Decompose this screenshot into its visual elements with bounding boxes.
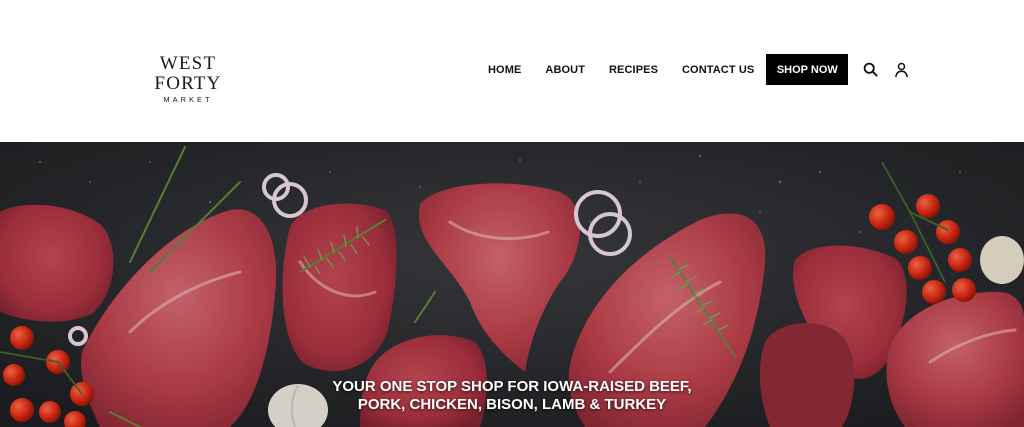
hero-banner: YOUR ONE STOP SHOP FOR IOWA-RAISED BEEF,… [0, 142, 1024, 427]
brand-tagline: MARKET [163, 95, 213, 104]
search-button[interactable] [860, 60, 880, 80]
search-icon [863, 62, 878, 77]
user-icon [894, 62, 908, 77]
brand-logo[interactable]: WEST FORTY MARKET [126, 54, 250, 105]
hero-headline-line-2: PORK, CHICKEN, BISON, LAMB & TURKEY [357, 396, 667, 413]
account-button[interactable] [891, 60, 911, 80]
brand-name: WEST FORTY [154, 53, 222, 94]
hero-headline: YOUR ONE STOP SHOP FOR IOWA-RAISED BEEF,… [262, 378, 762, 414]
main-nav: HOME ABOUT RECIPES CONTACT US SHOP NOW [488, 54, 911, 85]
hero-headline-line-1: YOUR ONE STOP SHOP FOR IOWA-RAISED BEEF, [332, 378, 692, 395]
nav-link-contact-us[interactable]: CONTACT US [682, 64, 754, 76]
nav-link-about[interactable]: ABOUT [545, 64, 585, 76]
nav-link-home[interactable]: HOME [488, 64, 521, 76]
nav-link-recipes[interactable]: RECIPES [609, 64, 658, 76]
site-header: WEST FORTY MARKET HOME ABOUT RECIPES CON… [0, 0, 1024, 142]
shop-now-button[interactable]: SHOP NOW [766, 54, 849, 85]
